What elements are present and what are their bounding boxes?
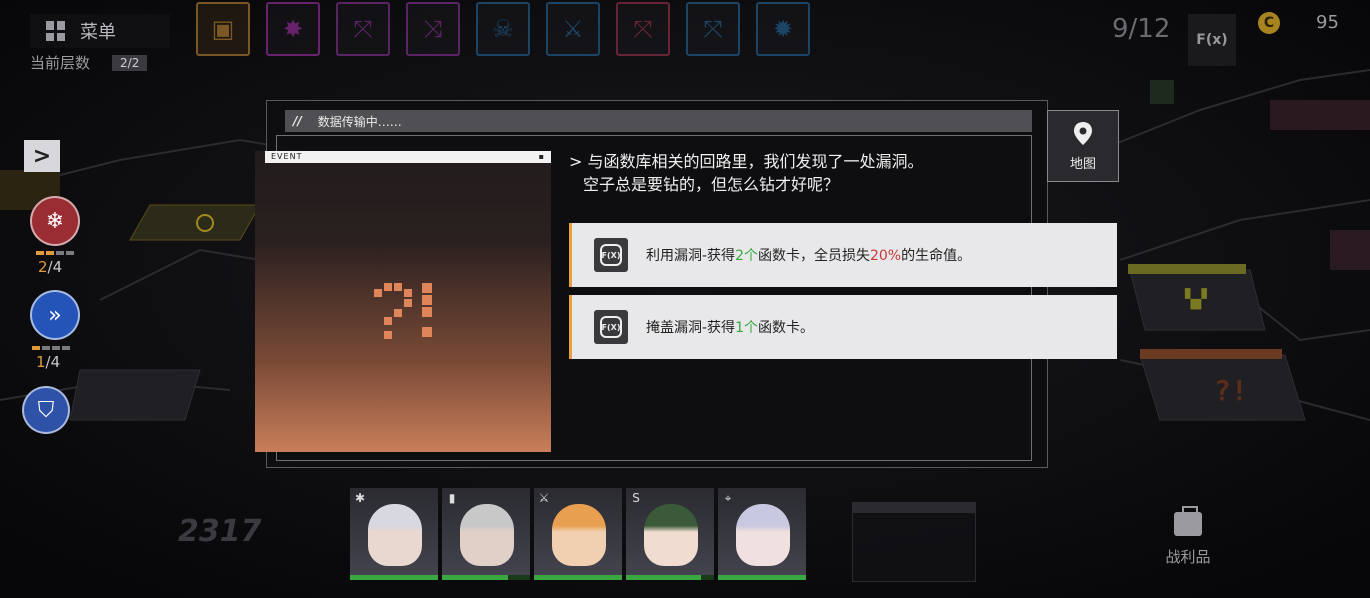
map-label: 地图 — [1069, 156, 1096, 172]
team-roster: ✱ ▮ ⚔ S ⌖ — [350, 488, 806, 580]
event-label: EVENT — [271, 152, 303, 161]
buff-bar: ▣ ✸ ⤧ ⤨ ☠ ⚔ ⤧ ⤧ ✹ — [196, 2, 810, 56]
shield-skill-button[interactable]: ⛉ — [22, 386, 70, 434]
shield-icon: ⛉ — [37, 397, 55, 423]
gear-lightning-icon: ✹ — [772, 15, 794, 43]
hp-bar — [534, 575, 622, 580]
function-card-icon: F(X) — [594, 310, 628, 344]
team-member-portrait[interactable]: ✱ — [350, 488, 438, 580]
circuit-chip-icon: ▣ — [211, 15, 235, 43]
dialog-header: // 数据传输中…… — [285, 110, 1032, 132]
hp-bar — [718, 575, 806, 580]
buff-slot[interactable]: ▣ — [196, 2, 250, 56]
buff-slot[interactable]: ☠ — [476, 2, 530, 56]
stage-progress: 9/12 — [1112, 14, 1171, 44]
option-text: 利用漏洞-获得2个函数卡，全员损失20%的生命值。 — [646, 248, 972, 264]
crossed-arrows-icon: ⤨ — [423, 15, 443, 43]
event-card-image: EVENT ▪ — [255, 151, 551, 452]
score-counter: 2317 — [178, 514, 262, 549]
floor-indicator: 当前层数 2/2 — [30, 52, 148, 73]
loot-button[interactable]: 战利品 — [1162, 506, 1214, 567]
team-member-portrait[interactable]: S — [626, 488, 714, 580]
option-cover-button[interactable]: F(X) 掩盖漏洞-获得1个函数卡。 — [569, 295, 1117, 359]
crossbow-heart-icon: ⤧ — [703, 15, 723, 43]
menu-button[interactable]: 菜单 — [30, 14, 170, 48]
character-portrait — [552, 504, 606, 566]
menu-grid-icon — [46, 21, 66, 41]
buff-slot[interactable]: ✸ — [266, 2, 320, 56]
skill-charge-count: 1/4 — [36, 353, 61, 371]
floor-label: 当前层数 — [30, 54, 91, 72]
hp-bar — [350, 575, 438, 580]
svg-text:?!: ?! — [1214, 374, 1248, 407]
buff-slot[interactable]: ✹ — [756, 2, 810, 56]
function-card-icon: F(X) — [594, 238, 628, 272]
class-icon: ▮ — [448, 491, 456, 505]
map-button[interactable]: 地图 — [1047, 110, 1119, 182]
character-portrait — [460, 504, 514, 566]
buff-slot[interactable]: ⤧ — [616, 2, 670, 56]
reserve-slot[interactable] — [852, 502, 976, 582]
buff-slot[interactable]: ⤧ — [336, 2, 390, 56]
skill-charge-pips — [36, 251, 74, 255]
character-portrait — [736, 504, 790, 566]
svg-text:▚▞: ▚▞ — [1184, 288, 1208, 310]
crossbow-icon: ⤧ — [353, 15, 373, 43]
expand-panel-button[interactable]: > — [24, 140, 60, 172]
team-member-portrait[interactable]: ⚔ — [534, 488, 622, 580]
dialog-header-text: 数据传输中…… — [317, 114, 402, 129]
question-exclaim-icon — [374, 283, 432, 339]
coin-count: 95 — [1316, 12, 1339, 33]
event-description: > 与函数库相关的回路里，我们发现了一处漏洞。 空子总是要钻的，但怎么钻才好呢？ — [569, 150, 1009, 196]
buff-slot[interactable]: ⤨ — [406, 2, 460, 56]
dash-arrow-icon: » — [48, 302, 62, 328]
class-icon: ⚔ — [538, 491, 550, 505]
skull-shield-icon: ☠ — [492, 15, 514, 43]
character-portrait — [644, 504, 698, 566]
crossbow-heart-icon: ⤧ — [633, 15, 653, 43]
floor-value: 2/2 — [112, 54, 148, 71]
briefcase-icon — [1174, 506, 1202, 536]
description-line-1: > 与函数库相关的回路里，我们发现了一处漏洞。 — [569, 152, 924, 171]
hp-bar — [626, 575, 714, 580]
dash-skill-button[interactable]: » — [30, 290, 80, 340]
event-label-bar: EVENT ▪ — [265, 151, 551, 163]
class-icon: ⌖ — [724, 491, 732, 505]
hp-bar — [442, 575, 530, 580]
event-dot-icon: ▪ — [538, 152, 545, 161]
menu-label: 菜单 — [80, 22, 116, 43]
skill-charge-count: 2/4 — [38, 258, 63, 276]
coin-icon: C — [1258, 12, 1280, 34]
buff-slot[interactable]: ⤧ — [686, 2, 740, 56]
team-member-portrait[interactable]: ▮ — [442, 488, 530, 580]
option-exploit-button[interactable]: F(X) 利用漏洞-获得2个函数卡，全员损失20%的生命值。 — [569, 223, 1117, 287]
class-icon: ✱ — [354, 491, 366, 505]
description-line-2: 空子总是要钻的，但怎么钻才好呢？ — [583, 175, 840, 194]
option-text: 掩盖漏洞-获得1个函数卡。 — [646, 320, 814, 336]
class-icon: S — [632, 491, 640, 505]
header-slash-icon: // — [293, 114, 302, 128]
team-member-portrait[interactable]: ⌖ — [718, 488, 806, 580]
freeze-bomb-icon: ❄ — [45, 208, 65, 234]
burst-star-icon: ✸ — [282, 15, 304, 43]
loot-label: 战利品 — [1165, 548, 1211, 566]
freeze-bomb-skill-button[interactable]: ❄ — [30, 196, 80, 246]
blade-plus-icon: ⚔ — [562, 15, 584, 43]
function-card-button[interactable]: F(x) — [1188, 14, 1236, 66]
buff-slot[interactable]: ⚔ — [546, 2, 600, 56]
map-pin-icon — [1074, 121, 1092, 145]
skill-charge-pips — [32, 346, 70, 350]
character-portrait — [368, 504, 422, 566]
